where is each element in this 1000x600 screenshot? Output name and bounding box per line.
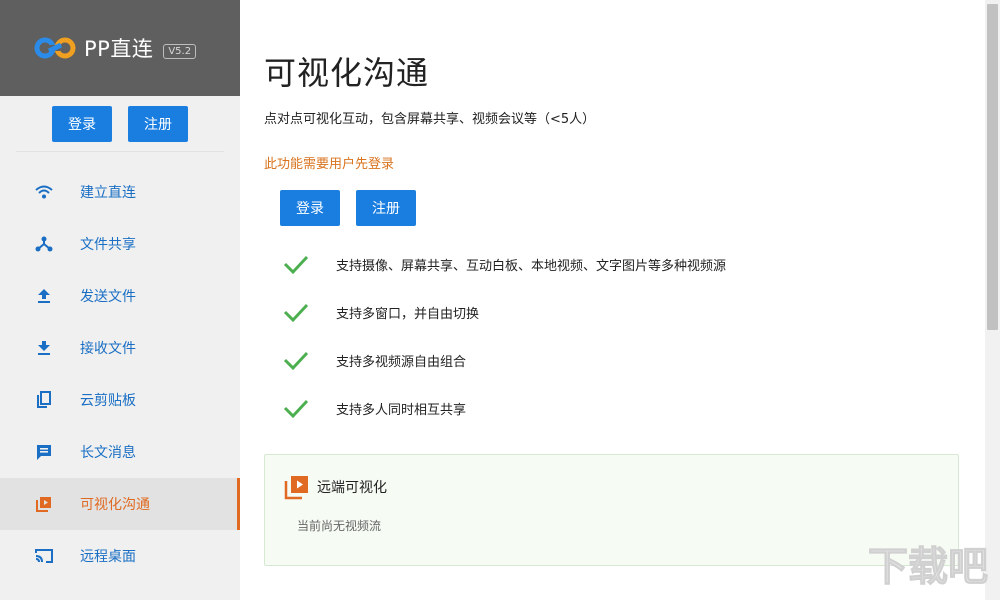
app-name: PP直连 [84, 37, 154, 61]
sidebar-item-label: 发送文件 [80, 289, 136, 305]
remote-card-title: 远端可视化 [317, 480, 387, 496]
register-button[interactable]: 注册 [356, 190, 416, 226]
sidebar: PP直连 V5.2 登录 注册 建立直连 文件共享 发送文件 接收文件 云剪贴板… [0, 0, 240, 600]
sidebar-item-long-message[interactable]: 长文消息 [0, 426, 240, 478]
sidebar-item-label: 云剪贴板 [80, 393, 136, 409]
sidebar-nav: 建立直连 文件共享 发送文件 接收文件 云剪贴板 长文消息 可视化沟通 远程桌面 [0, 166, 240, 582]
feature-item: 支持多窗口，并自由切换 [282, 288, 985, 336]
app-version-badge: V5.2 [163, 43, 197, 59]
feature-list: 支持摄像、屏幕共享、互动白板、本地视频、文字图片等多种视频源 支持多窗口，并自由… [282, 240, 985, 432]
wifi-icon [34, 182, 54, 202]
sidebar-item-remote-desktop[interactable]: 远程桌面 [0, 530, 240, 582]
sidebar-item-label: 远程桌面 [80, 549, 136, 565]
feature-text: 支持多人同时相互共享 [336, 402, 467, 418]
share-network-icon [34, 234, 54, 254]
brand-header: PP直连 V5.2 [0, 0, 240, 96]
sidebar-item-label: 建立直连 [80, 185, 136, 201]
feature-item: 支持摄像、屏幕共享、互动白板、本地视频、文字图片等多种视频源 [282, 240, 985, 288]
sidebar-item-receive-file[interactable]: 接收文件 [0, 322, 240, 374]
message-icon [34, 442, 54, 462]
download-site-watermark: 下载吧 [868, 544, 989, 591]
page-description: 点对点可视化互动，包含屏幕共享、视频会议等（<5人） [264, 112, 596, 127]
vertical-scrollbar[interactable] [985, 0, 1000, 600]
main-auth-buttons: 登录 注册 [280, 190, 985, 226]
sidebar-item-file-share[interactable]: 文件共享 [0, 218, 240, 270]
sidebar-item-send-file[interactable]: 发送文件 [0, 270, 240, 322]
sidebar-register-button[interactable]: 注册 [128, 105, 188, 142]
feature-text: 支持摄像、屏幕共享、互动白板、本地视频、文字图片等多种视频源 [336, 258, 727, 274]
video-play-icon [34, 494, 54, 514]
feature-text: 支持多视频源自由组合 [336, 354, 467, 370]
sidebar-item-direct-connect[interactable]: 建立直连 [0, 166, 240, 218]
feature-item: 支持多视频源自由组合 [282, 336, 985, 384]
sidebar-login-button[interactable]: 登录 [52, 105, 112, 142]
sidebar-item-label: 接收文件 [80, 341, 136, 357]
scrollbar-thumb[interactable] [987, 4, 998, 330]
checkmark-icon [283, 303, 309, 323]
checkmark-icon [283, 255, 309, 275]
login-required-notice: 此功能需要用户先登录 [264, 157, 395, 172]
copy-icon [34, 390, 54, 410]
remote-visual-card: 远端可视化 当前尚无视频流 [264, 454, 959, 566]
sidebar-item-label: 文件共享 [80, 237, 136, 253]
watermark-text: 下载吧 [868, 544, 988, 590]
main-content: 可视化沟通 点对点可视化互动，包含屏幕共享、视频会议等（<5人） 此功能需要用户… [240, 0, 985, 600]
login-button[interactable]: 登录 [280, 190, 340, 226]
upload-icon [34, 286, 54, 306]
checkmark-icon [283, 351, 309, 371]
remote-card-header: 远端可视化 [283, 473, 958, 501]
sidebar-item-visual-communication[interactable]: 可视化沟通 [0, 478, 240, 530]
page-title: 可视化沟通 [264, 54, 430, 92]
app-logo-icon [34, 37, 76, 59]
remote-empty-state: 当前尚无视频流 [297, 519, 382, 533]
sidebar-auth-buttons: 登录 注册 [16, 100, 224, 152]
sidebar-item-cloud-clipboard[interactable]: 云剪贴板 [0, 374, 240, 426]
feature-text: 支持多窗口，并自由切换 [336, 306, 480, 322]
sidebar-item-label: 长文消息 [80, 445, 136, 461]
download-icon [34, 338, 54, 358]
cast-icon [34, 546, 54, 566]
checkmark-icon [283, 399, 309, 419]
video-play-icon [284, 476, 308, 500]
sidebar-item-label: 可视化沟通 [80, 497, 150, 513]
feature-item: 支持多人同时相互共享 [282, 384, 985, 432]
